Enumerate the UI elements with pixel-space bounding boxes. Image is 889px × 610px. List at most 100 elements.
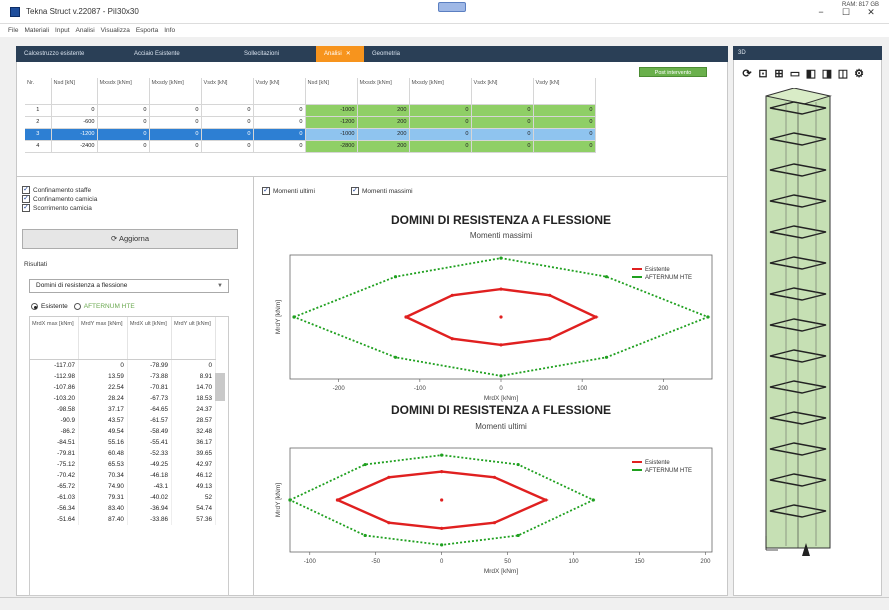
confinamento-staffe-checkbox[interactable]: ✓ Confinamento staffe: [22, 186, 91, 194]
refresh-icon[interactable]: ⟳: [740, 68, 754, 80]
column-header[interactable]: MrdX ult [kNm]: [127, 317, 172, 360]
column-header[interactable]: Mxsdx [kNm]: [97, 78, 150, 105]
table-cell[interactable]: 0: [409, 116, 472, 129]
column-header[interactable]: Nsd [kN]: [51, 78, 98, 105]
table-cell[interactable]: 0: [149, 128, 202, 141]
view-iso-icon[interactable]: ◨: [820, 68, 834, 80]
table-cell[interactable]: 0: [97, 104, 150, 117]
table-cell[interactable]: 0: [533, 104, 596, 117]
table-cell[interactable]: 200: [357, 104, 410, 117]
table-cell[interactable]: 0: [201, 128, 254, 141]
table-cell[interactable]: 0: [409, 140, 472, 153]
table-cell[interactable]: -600: [51, 116, 98, 129]
view-front-icon[interactable]: ▭: [788, 68, 802, 80]
table-cell[interactable]: 3: [25, 128, 52, 141]
table-cell[interactable]: 0: [533, 116, 596, 129]
scrollbar-thumb[interactable]: [215, 373, 225, 401]
table-cell[interactable]: 4: [25, 140, 52, 153]
table-cell[interactable]: 0: [253, 104, 306, 117]
menu-info[interactable]: Info: [164, 24, 175, 37]
table-cell[interactable]: 0: [533, 140, 596, 153]
table-row[interactable]: 4 -2400 0 0 0 0 -2800 200 0 0 0: [25, 140, 596, 153]
table-row[interactable]: -117.07 0 -78.99 0: [30, 359, 217, 371]
table-cell[interactable]: 1: [25, 104, 52, 117]
table-cell[interactable]: 0: [201, 140, 254, 153]
table-row[interactable]: -86.2 49.54 -58.49 32.48: [30, 425, 217, 437]
view-side-icon[interactable]: ◧: [804, 68, 818, 80]
column-header[interactable]: Nr.: [25, 78, 52, 105]
table-row[interactable]: -90.9 43.57 -61.57 28.57: [30, 414, 217, 426]
minimize-button[interactable]: −: [808, 4, 834, 20]
fit-icon[interactable]: ⊡: [756, 68, 770, 80]
column-header[interactable]: Mxsdx [kNm]: [357, 78, 410, 105]
table-cell[interactable]: 0: [409, 128, 472, 141]
menu-materiali[interactable]: Materiali: [24, 24, 49, 37]
table-cell[interactable]: 0: [51, 104, 98, 117]
column-header[interactable]: Vsdy [kN]: [533, 78, 596, 105]
table-row[interactable]: -61.03 79.31 -40.02 52: [30, 491, 217, 503]
column-header[interactable]: Nsd [kN]: [305, 78, 358, 105]
result-type-select[interactable]: Domini di resistenza a flessione ▼: [29, 279, 229, 293]
table-cell[interactable]: 2: [25, 116, 52, 129]
table-cell[interactable]: 0: [97, 116, 150, 129]
table-cell[interactable]: 0: [471, 116, 534, 129]
table-row[interactable]: -107.86 22.54 -70.81 14.70: [30, 381, 217, 393]
scorrimento-camicia-checkbox[interactable]: ✓ Scorrimento camicia: [22, 204, 92, 212]
tab-calcestruzzo[interactable]: Calcestruzzo esistente: [16, 46, 126, 62]
column-header[interactable]: MrdY ult [kNm]: [171, 317, 217, 360]
tab-acciaio[interactable]: Acciaio Esistente: [126, 46, 236, 62]
column-header[interactable]: Vsdx [kN]: [201, 78, 254, 105]
table-cell[interactable]: 0: [97, 128, 150, 141]
grid-icon[interactable]: ⊞: [772, 68, 786, 80]
table-cell[interactable]: 0: [149, 140, 202, 153]
table-cell[interactable]: -1200: [305, 116, 358, 129]
table-cell[interactable]: 0: [253, 116, 306, 129]
menu-analisi[interactable]: Analisi: [76, 24, 95, 37]
table-row[interactable]: 3 -1200 0 0 0 0 -1000 200 0 0 0: [25, 128, 596, 141]
table-row[interactable]: -84.51 55.16 -55.41 36.17: [30, 436, 217, 448]
column-header[interactable]: Mxsdy [kNm]: [149, 78, 202, 105]
menu-visualizza[interactable]: Visualizza: [101, 24, 130, 37]
table-row[interactable]: -56.34 83.40 -36.94 54.74: [30, 502, 217, 514]
table-cell[interactable]: -2400: [51, 140, 98, 153]
column-header[interactable]: Vsdy [kN]: [253, 78, 306, 105]
table-cell[interactable]: -1000: [305, 128, 358, 141]
column-header[interactable]: MrdY max [kNm]: [78, 317, 128, 360]
tab-close-icon[interactable]: ✕: [346, 51, 351, 57]
table-row[interactable]: -98.58 37.17 -64.65 24.37: [30, 403, 217, 415]
table-cell[interactable]: -1000: [305, 104, 358, 117]
post-intervento-button[interactable]: Post intervento: [639, 67, 707, 77]
table-row[interactable]: -51.64 87.40 -33.86 57.36: [30, 513, 217, 525]
table-cell[interactable]: 200: [357, 116, 410, 129]
table-row[interactable]: -103.20 28.24 -67.73 18.53: [30, 392, 217, 404]
column-header[interactable]: Vsdx [kN]: [471, 78, 534, 105]
table-cell[interactable]: 0: [471, 140, 534, 153]
settings-icon[interactable]: ⚙: [852, 68, 866, 80]
tab-sollecitazioni[interactable]: Sollecitazioni: [236, 46, 316, 62]
column-header[interactable]: MrdX max [kNm]: [30, 317, 79, 360]
table-cell[interactable]: 0: [201, 116, 254, 129]
menu-esporta[interactable]: Esporta: [136, 24, 158, 37]
table-row[interactable]: 1 0 0 0 0 0 -1000 200 0 0 0: [25, 104, 596, 117]
table-cell[interactable]: 0: [149, 104, 202, 117]
column-header[interactable]: Mxsdy [kNm]: [409, 78, 472, 105]
table-cell[interactable]: 0: [471, 104, 534, 117]
table-cell[interactable]: 0: [409, 104, 472, 117]
menu-file[interactable]: File: [8, 24, 18, 37]
table-cell[interactable]: 200: [357, 140, 410, 153]
table-cell[interactable]: -1200: [51, 128, 98, 141]
title-badge[interactable]: [438, 2, 466, 12]
update-button[interactable]: ⟳ Aggiorna: [22, 229, 238, 249]
radio-existing[interactable]: Esistente: [31, 303, 68, 310]
table-row[interactable]: -70.42 70.34 -46.18 46.12: [30, 469, 217, 481]
table-row[interactable]: -75.12 65.53 -49.25 42.97: [30, 458, 217, 470]
box-icon[interactable]: ◫: [836, 68, 850, 80]
table-cell[interactable]: 0: [149, 116, 202, 129]
table-cell[interactable]: 0: [253, 128, 306, 141]
tab-geometria[interactable]: Geometria: [364, 46, 444, 62]
tab-analisi[interactable]: Analisi ✕: [316, 46, 364, 62]
confinamento-camicia-checkbox[interactable]: ✓ Confinamento camicia: [22, 195, 97, 203]
table-row[interactable]: 2 -600 0 0 0 0 -1200 200 0 0 0: [25, 116, 596, 129]
table-row[interactable]: -65.72 74.90 -43.1 49.13: [30, 480, 217, 492]
table-cell[interactable]: 200: [357, 128, 410, 141]
